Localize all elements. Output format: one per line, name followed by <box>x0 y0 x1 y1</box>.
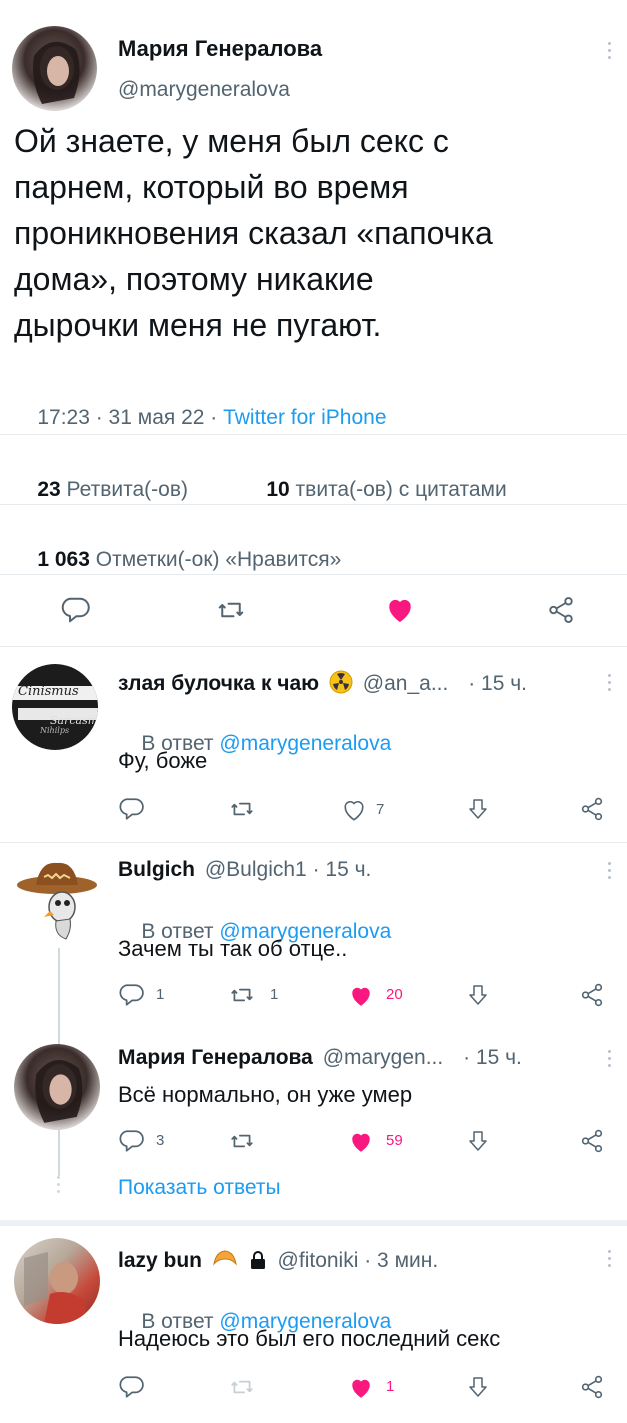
downvote-icon[interactable] <box>466 982 490 1008</box>
tweet-text-line: Ой знаете, у меня был секс с <box>14 123 449 159</box>
author-handle[interactable]: @marygeneralova <box>118 78 290 102</box>
show-replies-link[interactable]: Показать ответы <box>118 1176 281 1200</box>
reply-header: Мария Генералова @marygen... · 15 ч. <box>118 1046 522 1070</box>
reply-time[interactable]: · 15 ч. <box>468 672 527 695</box>
reply-time[interactable]: · 3 мин. <box>364 1249 438 1272</box>
downvote-icon[interactable] <box>466 1374 490 1400</box>
retweets-label: Ретвита(-ов) <box>66 478 188 501</box>
retweets-count: 23 <box>37 478 61 501</box>
reply-author-name[interactable]: Мария Генералова <box>118 1046 313 1069</box>
reply-count: 3 <box>156 1132 165 1149</box>
retweet-icon-disabled <box>228 1374 256 1400</box>
tweet-text: Ой знаете, у меня был секс с парнем, кот… <box>14 118 626 348</box>
likes-label: Отметки(-ок) «Нравится» <box>95 548 342 571</box>
share-icon[interactable] <box>578 982 606 1008</box>
reply-avatar[interactable] <box>14 855 100 941</box>
reply-header: злая булочка к чаю @an_a... · 15 ч. <box>118 670 527 696</box>
like-icon-active[interactable] <box>346 1375 376 1401</box>
share-icon[interactable] <box>578 796 606 822</box>
reply-time[interactable]: · 15 ч. <box>313 858 372 881</box>
more-options-icon[interactable] <box>608 1250 614 1271</box>
author-name[interactable]: Мария Генералова <box>118 36 322 62</box>
more-options-icon[interactable] <box>608 674 614 695</box>
reply-avatar[interactable] <box>14 1044 100 1130</box>
author-avatar[interactable] <box>12 26 97 111</box>
like-icon-active[interactable] <box>346 983 376 1009</box>
downvote-icon[interactable] <box>466 796 490 822</box>
retweet-icon[interactable] <box>228 982 256 1008</box>
divider <box>0 574 627 575</box>
reply-text: Фу, боже <box>118 748 208 773</box>
reply-text: Зачем ты так об отце.. <box>118 936 348 961</box>
divider <box>0 504 627 505</box>
reply-avatar[interactable] <box>14 1238 100 1324</box>
downvote-icon[interactable] <box>466 1128 490 1154</box>
retweet-count: 1 <box>270 986 279 1003</box>
thread-dots <box>57 1176 60 1193</box>
more-options-icon[interactable] <box>608 1050 614 1071</box>
retweet-icon[interactable] <box>228 1128 256 1154</box>
reply-text: Всё нормально, он уже умер <box>118 1082 413 1107</box>
quote-stats[interactable]: 10 твита(-ов) с цитатами <box>243 454 507 526</box>
reply-handle[interactable]: @fitoniki <box>278 1249 359 1272</box>
reply-icon[interactable] <box>60 595 90 625</box>
reply-icon[interactable] <box>118 796 144 822</box>
divider <box>0 842 627 843</box>
reply-time[interactable]: · 15 ч. <box>463 1046 522 1069</box>
like-count: 59 <box>386 1132 403 1149</box>
divider <box>0 646 627 647</box>
more-options-icon[interactable] <box>608 862 614 883</box>
reply-handle[interactable]: @Bulgich1 <box>205 858 307 881</box>
likes-count: 1 063 <box>37 548 90 571</box>
like-icon-active[interactable] <box>346 1129 376 1155</box>
reply-author-name[interactable]: злая булочка к чаю <box>118 672 319 695</box>
like-icon[interactable] <box>340 797 368 823</box>
avatar-text: Nihilps <box>40 726 70 735</box>
reply-header: lazy bun @fitoniki · 3 мин. <box>118 1248 438 1273</box>
tweet-text-line: дырочки меня не пугают. <box>14 307 382 343</box>
avatar-text: Cinismus <box>18 684 79 699</box>
reply-icon[interactable] <box>118 1374 144 1400</box>
lock-icon <box>250 1251 266 1269</box>
like-icon-active[interactable] <box>383 594 417 626</box>
retweet-icon[interactable] <box>215 595 247 625</box>
reply-handle[interactable]: @an_a... <box>363 672 449 695</box>
like-count: 1 <box>386 1378 395 1395</box>
tweet-text-line: проникновения сказал «папочка <box>14 215 493 251</box>
quotes-label: твита(-ов) с цитатами <box>295 478 507 501</box>
like-count: 7 <box>376 801 385 818</box>
tweet-meta: 17:23 · 31 мая 22 · Twitter for iPhone <box>14 382 386 454</box>
reply-text: Надеюсь это был его последний секс <box>118 1326 501 1351</box>
like-stats[interactable]: 1 063 Отметки(-ок) «Нравится» <box>14 524 341 596</box>
quotes-count: 10 <box>266 478 290 501</box>
reply-count: 1 <box>156 986 165 1003</box>
share-icon[interactable] <box>578 1374 606 1400</box>
divider <box>0 1220 627 1226</box>
tweet-time[interactable]: 17:23 · 31 мая 22 · <box>37 406 223 429</box>
retweet-stats[interactable]: 23 Ретвита(-ов) <box>14 454 188 526</box>
tweet-text-line: парнем, который во время <box>14 169 409 205</box>
retweet-icon[interactable] <box>228 796 256 822</box>
reply-header: Bulgich @Bulgich1 · 15 ч. <box>118 858 371 882</box>
tweet-text-line: дома», поэтому никакие <box>14 261 374 297</box>
radioactive-icon <box>329 670 353 694</box>
share-icon[interactable] <box>578 1128 606 1154</box>
croissant-icon <box>212 1248 238 1270</box>
more-options-icon[interactable] <box>608 42 614 63</box>
reply-author-name[interactable]: Bulgich <box>118 858 195 881</box>
like-count: 20 <box>386 986 403 1003</box>
tweet-source[interactable]: Twitter for iPhone <box>223 406 386 429</box>
divider <box>0 434 627 435</box>
reply-author-name[interactable]: lazy bun <box>118 1249 202 1272</box>
reply-handle[interactable]: @marygen... <box>323 1046 444 1069</box>
reply-to-handle[interactable]: @marygeneralova <box>219 732 391 755</box>
reply-icon[interactable] <box>118 1128 144 1154</box>
share-icon[interactable] <box>545 595 577 625</box>
reply-icon[interactable] <box>118 982 144 1008</box>
reply-avatar[interactable]: Cinismus Sarcasm Nihilps <box>12 664 98 750</box>
